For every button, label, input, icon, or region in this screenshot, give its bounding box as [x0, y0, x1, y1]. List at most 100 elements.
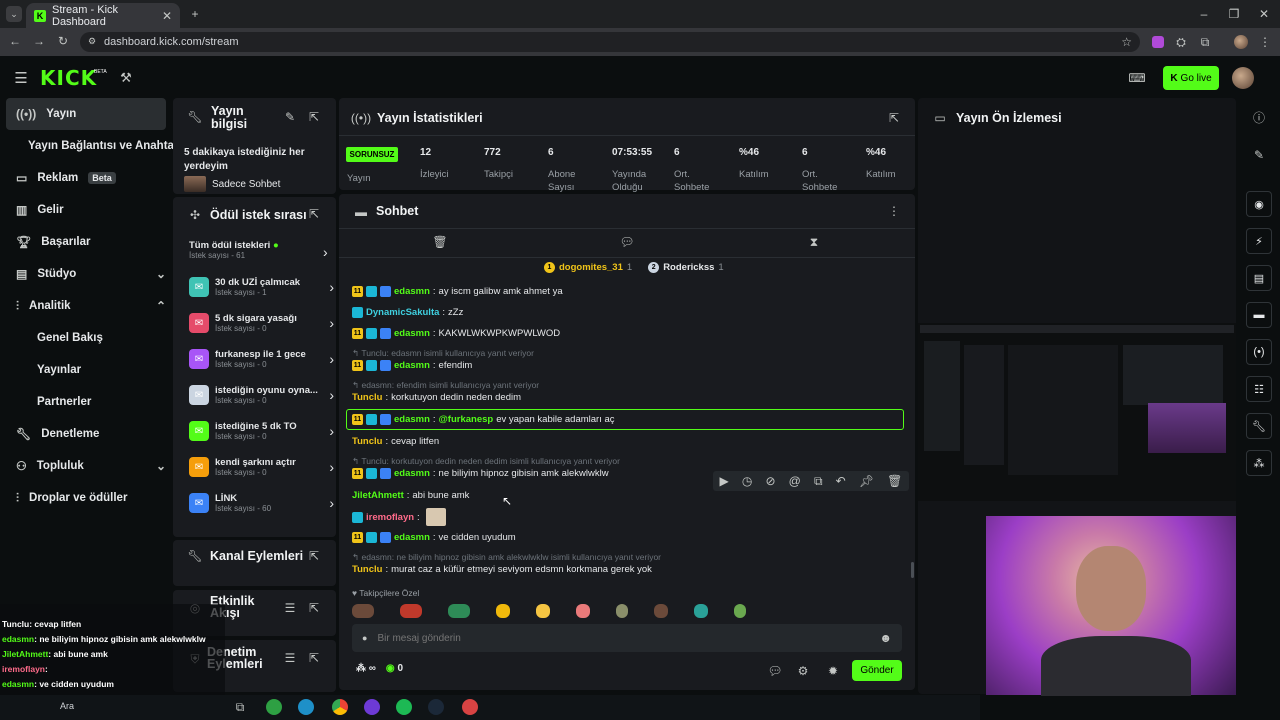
emote-7[interactable]: [616, 604, 628, 618]
reward-item[interactable]: ✉ kendi şarkını açtır İstek sayısı - 0 ›: [189, 451, 334, 483]
chat-username[interactable]: Tunclu: [352, 564, 382, 575]
clipboard-rail-button[interactable]: ▤: [1246, 265, 1272, 291]
chat-username[interactable]: DynamicSakulta: [366, 307, 439, 318]
preview-video[interactable]: [918, 323, 1236, 501]
popout-icon[interactable]: ⇱: [308, 549, 320, 563]
delete-icon[interactable]: 🗑︎: [887, 474, 902, 488]
popout-icon[interactable]: ⇱: [308, 651, 320, 665]
bookmark-star-icon[interactable]: ☆: [1121, 35, 1132, 49]
info-icon[interactable]: ⓘ: [1252, 110, 1266, 125]
chat-tab-icon[interactable]: 💬︎: [619, 235, 634, 249]
pinned-user-2[interactable]: 2 Roderickss 1: [648, 262, 724, 273]
sidebar-item-basarilar[interactable]: 🏆︎ Başarılar: [6, 227, 166, 257]
bolt-rail-button[interactable]: ⚡︎: [1246, 228, 1272, 254]
site-info-icon[interactable]: ⚙: [88, 36, 96, 47]
app-icon-2[interactable]: [298, 699, 314, 715]
emote-9[interactable]: [694, 604, 708, 618]
timeout-icon[interactable]: ◷: [742, 474, 752, 488]
emote-8[interactable]: [654, 604, 668, 618]
hourglass-tab-icon[interactable]: ⧗: [808, 235, 820, 249]
chat-username[interactable]: edasmn: [394, 286, 430, 297]
layout-rail-button[interactable]: ☷: [1246, 376, 1272, 402]
chat-message[interactable]: JiletAhmett: abi bune amk: [352, 487, 469, 503]
reward-item[interactable]: ✉ furkanesp ile 1 gece İstek sayısı - 0 …: [189, 343, 334, 375]
close-tab-icon[interactable]: ✕: [162, 9, 172, 23]
chat-message[interactable]: iremoflayn:: [352, 508, 449, 526]
kick-logo[interactable]: KICK: [40, 66, 97, 90]
broadcast-rail-button[interactable]: (•): [1246, 339, 1272, 365]
sidebar-item-denetleme[interactable]: 🔧︎ Denetleme: [6, 419, 166, 449]
chat-input[interactable]: ● ☻: [352, 624, 902, 652]
extensions-puzzle-icon[interactable]: ⧉: [1198, 35, 1212, 49]
sidebar-item-gelir[interactable]: ▥ Gelir: [6, 195, 166, 225]
chat-message[interactable]: DynamicSakulta: zZz: [352, 304, 463, 320]
emote-6[interactable]: [576, 604, 590, 618]
emote-1[interactable]: [352, 604, 374, 618]
filter-icon[interactable]: ☰: [284, 651, 296, 665]
emoji-icon[interactable]: ☻: [879, 631, 892, 645]
chat-message[interactable]: Tunclu: korkutuyon dedin neden dedim: [352, 389, 521, 405]
sidebar-item-reklam[interactable]: ▭ Reklam Beta: [6, 163, 166, 193]
chat-message[interactable]: 11 edasmn: efendim: [352, 357, 472, 373]
chat-message[interactable]: Tunclu: murat caz a küfür etmeyi seviyom …: [352, 561, 652, 577]
mention-icon[interactable]: @: [789, 474, 801, 488]
chat-username[interactable]: Tunclu: [352, 392, 382, 403]
badges-icon[interactable]: ✹: [826, 664, 840, 678]
chat-username[interactable]: Tunclu: [352, 436, 382, 447]
reload-icon[interactable]: ↻: [56, 34, 70, 48]
emote-4[interactable]: [496, 604, 510, 618]
chat-username[interactable]: edasmn: [394, 532, 430, 543]
app-icon-1[interactable]: [266, 699, 282, 715]
app-icon-4[interactable]: [462, 699, 478, 715]
trash-tab-icon[interactable]: 🗑︎: [432, 235, 447, 249]
chat-message[interactable]: 11 edasmn: ne biliyim hipnoz gibisin amk a…: [352, 465, 609, 481]
back-icon[interactable]: ←: [8, 34, 22, 48]
edit-pencil-icon[interactable]: ✎: [1252, 148, 1266, 162]
chat-scrollbar[interactable]: [911, 562, 914, 578]
popout-icon[interactable]: ⇱: [888, 111, 900, 125]
task-view-icon[interactable]: ⧉: [232, 699, 248, 715]
emote-2[interactable]: [400, 604, 422, 618]
popout-icon[interactable]: ⇱: [308, 110, 320, 124]
reward-item[interactable]: ✉ istediğine 5 dk TO İstek sayısı - 0 ›: [189, 415, 334, 447]
taskbar-search[interactable]: Ara: [60, 701, 74, 711]
sidebar-item-partnerler[interactable]: Partnerler: [6, 387, 166, 417]
extension-game-icon[interactable]: ⛭: [1174, 35, 1188, 49]
wrench-rail-button[interactable]: 🔧︎: [1246, 413, 1272, 439]
emote-5[interactable]: [536, 604, 550, 618]
chrome-icon[interactable]: [332, 699, 348, 715]
reward-item[interactable]: ✉ istediğin oyunu oyna... İstek sayısı -…: [189, 379, 334, 411]
gear-icon[interactable]: ⚙: [796, 664, 810, 678]
user-avatar[interactable]: [1232, 67, 1254, 89]
spotify-icon[interactable]: [396, 699, 412, 715]
copy-icon[interactable]: ⧉: [814, 474, 823, 489]
browser-menu-icon[interactable]: ⋮: [1258, 35, 1272, 49]
sidebar-item-topluluk[interactable]: ⚇ Topluluk ⌄: [6, 451, 166, 481]
sidebar-item-stream-key[interactable]: Yayın Bağlantısı ve Anahtarı: [18, 131, 182, 161]
browser-tab[interactable]: K Stream - Kick Dashboard ✕: [26, 3, 180, 28]
reward-item[interactable]: ✉ LİNK İstek sayısı - 60 ›: [189, 487, 334, 519]
address-bar[interactable]: ⚙ dashboard.kick.com/stream ☆: [80, 32, 1140, 52]
all-rewards-row[interactable]: Tüm ödül istekleri ● İstek sayısı - 61 ›: [189, 240, 334, 268]
chat-username[interactable]: JiletAhmett: [352, 490, 404, 501]
chat-username[interactable]: edasmn: [394, 360, 430, 371]
go-live-button[interactable]: K Go live: [1163, 66, 1219, 90]
sidebar-item-analitik[interactable]: ⫶ Analitik ⌃: [6, 291, 166, 321]
extension-icon[interactable]: [1152, 36, 1164, 48]
popout-icon[interactable]: ⇱: [308, 207, 320, 221]
reply-icon[interactable]: ↶: [836, 474, 846, 488]
infinity-counter[interactable]: ⁂ ∞: [356, 663, 376, 674]
sidebar-item-yayinlar[interactable]: Yayınlar: [6, 355, 166, 385]
chat-message[interactable]: 11 edasmn: KAKWLWKWPKWPWLWOD: [352, 325, 560, 341]
send-button[interactable]: Gönder: [852, 660, 902, 681]
reward-item[interactable]: ✉ 30 dk UZİ çalmıcak İstek sayısı - 1 ›: [189, 271, 334, 303]
profile-avatar[interactable]: [1234, 35, 1248, 49]
minimize-icon[interactable]: –: [1196, 6, 1212, 22]
popout-icon[interactable]: ⇱: [308, 601, 320, 615]
play-icon[interactable]: ▶: [720, 474, 729, 488]
chat-username[interactable]: edasmn: [394, 328, 430, 339]
keyboard-icon[interactable]: ⌨: [1128, 70, 1146, 86]
emote-10[interactable]: [734, 604, 746, 618]
tools-icon[interactable]: ⚒: [118, 70, 134, 86]
chat-username[interactable]: edasmn: [394, 468, 430, 479]
